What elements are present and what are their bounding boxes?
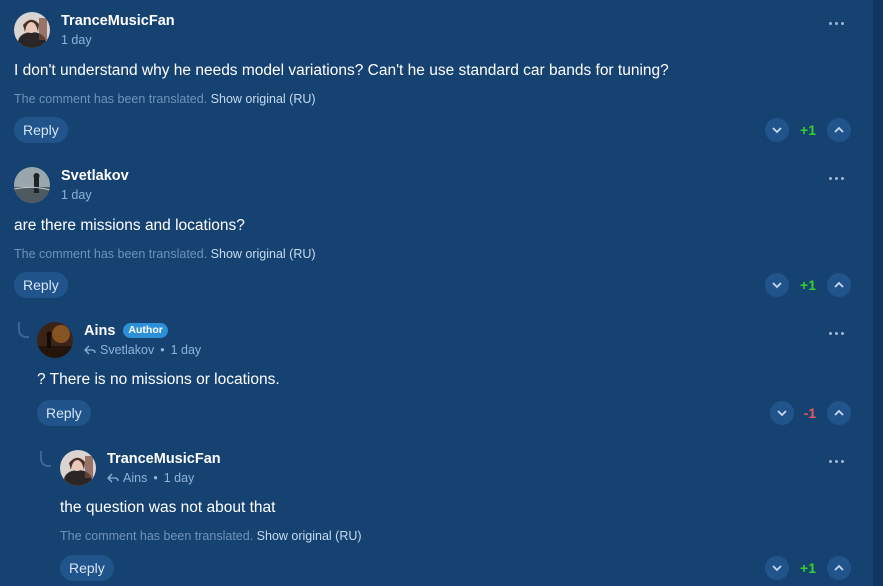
author-name[interactable]: Ains	[84, 323, 115, 339]
comment-reply: TranceMusicFan Ains • 1 day the question w…	[60, 450, 854, 586]
comment-meta: 1 day	[61, 33, 92, 47]
avatar[interactable]	[37, 322, 73, 358]
comment-text: are there missions and locations?	[14, 217, 245, 234]
vote-down-button[interactable]	[765, 273, 789, 297]
comment-text: I don't understand why he needs model va…	[14, 62, 669, 79]
meta-separator: •	[160, 343, 165, 357]
author-name-row: Ains Author	[84, 323, 168, 339]
comment-header: TranceMusicFan Ains • 1 day	[60, 450, 854, 490]
reply-button[interactable]: Reply	[37, 400, 91, 426]
show-original-link[interactable]: Show original (RU)	[211, 92, 316, 106]
more-dots-icon[interactable]	[829, 20, 845, 26]
comment-time[interactable]: 1 day	[164, 471, 195, 485]
vote-down-button[interactable]	[765, 556, 789, 580]
author-name[interactable]: Svetlakov	[61, 168, 129, 184]
chevron-down-icon	[772, 565, 782, 572]
avatar[interactable]	[14, 12, 50, 48]
meta-separator: •	[153, 471, 158, 485]
comment-actions: Reply -1	[37, 400, 854, 426]
author-badge: Author	[123, 323, 168, 338]
avatar[interactable]	[60, 450, 96, 486]
reply-button[interactable]: Reply	[60, 555, 114, 581]
chevron-down-icon	[777, 410, 787, 417]
more-dots-icon[interactable]	[829, 330, 845, 336]
comment-time[interactable]: 1 day	[61, 188, 92, 202]
avatar[interactable]	[14, 167, 50, 203]
comment-time[interactable]: 1 day	[171, 343, 202, 357]
translation-label: The comment has been translated.	[60, 529, 254, 543]
vote-up-button[interactable]	[827, 118, 851, 142]
translation-label: The comment has been translated.	[14, 247, 208, 261]
translation-note: The comment has been translated. Show or…	[14, 247, 316, 261]
chevron-down-icon	[772, 282, 782, 289]
vote-down-button[interactable]	[770, 401, 794, 425]
comment-thread: TranceMusicFan 1 day I don't understand …	[0, 0, 883, 586]
reply-button[interactable]: Reply	[14, 117, 68, 143]
chevron-up-icon	[834, 409, 844, 416]
comment: TranceMusicFan 1 day I don't understand …	[14, 12, 854, 147]
comment-actions: Reply +1	[60, 555, 854, 581]
reply-branch-line	[18, 322, 29, 338]
comment: Svetlakov 1 day are there missions and l…	[14, 167, 854, 302]
reply-to-user[interactable]: Ains	[123, 471, 147, 485]
reply-arrow-icon	[84, 345, 96, 355]
reply-button[interactable]: Reply	[14, 272, 68, 298]
chevron-down-icon	[772, 127, 782, 134]
comment-text: the question was not about that	[60, 499, 276, 516]
comment-meta: Svetlakov • 1 day	[84, 343, 201, 357]
vote-down-button[interactable]	[765, 118, 789, 142]
show-original-link[interactable]: Show original (RU)	[211, 247, 316, 261]
vote-score: +1	[800, 560, 816, 576]
comment-time[interactable]: 1 day	[61, 33, 92, 47]
comment-actions: Reply +1	[14, 117, 854, 143]
more-dots-icon[interactable]	[829, 458, 845, 464]
comment-header: TranceMusicFan 1 day	[14, 12, 854, 52]
show-original-link[interactable]: Show original (RU)	[257, 529, 362, 543]
vote-score: +1	[800, 122, 816, 138]
vote-score: +1	[800, 277, 816, 293]
translation-note: The comment has been translated. Show or…	[60, 529, 362, 543]
translation-note: The comment has been translated. Show or…	[14, 92, 316, 106]
reply-to-user[interactable]: Svetlakov	[100, 343, 154, 357]
translation-label: The comment has been translated.	[14, 92, 208, 106]
vote-up-button[interactable]	[827, 401, 851, 425]
vote-up-button[interactable]	[827, 273, 851, 297]
comment-meta: 1 day	[61, 188, 92, 202]
chevron-up-icon	[834, 281, 844, 288]
comment-header: Ains Author Svetlakov • 1 day	[37, 322, 854, 362]
more-dots-icon[interactable]	[829, 175, 845, 181]
comment-meta: Ains • 1 day	[107, 471, 194, 485]
comment-actions: Reply +1	[14, 272, 854, 298]
scrollbar[interactable]	[873, 0, 883, 586]
chevron-up-icon	[834, 564, 844, 571]
comment-text: ? There is no missions or locations.	[37, 371, 280, 388]
reply-arrow-icon	[107, 473, 119, 483]
comment-header: Svetlakov 1 day	[14, 167, 854, 207]
chevron-up-icon	[834, 126, 844, 133]
author-name[interactable]: TranceMusicFan	[61, 13, 175, 29]
comment-reply: Ains Author Svetlakov • 1 day ? There is no…	[37, 322, 854, 432]
author-name[interactable]: TranceMusicFan	[107, 451, 221, 467]
vote-score: -1	[803, 405, 817, 421]
vote-up-button[interactable]	[827, 556, 851, 580]
reply-branch-line	[40, 451, 51, 467]
